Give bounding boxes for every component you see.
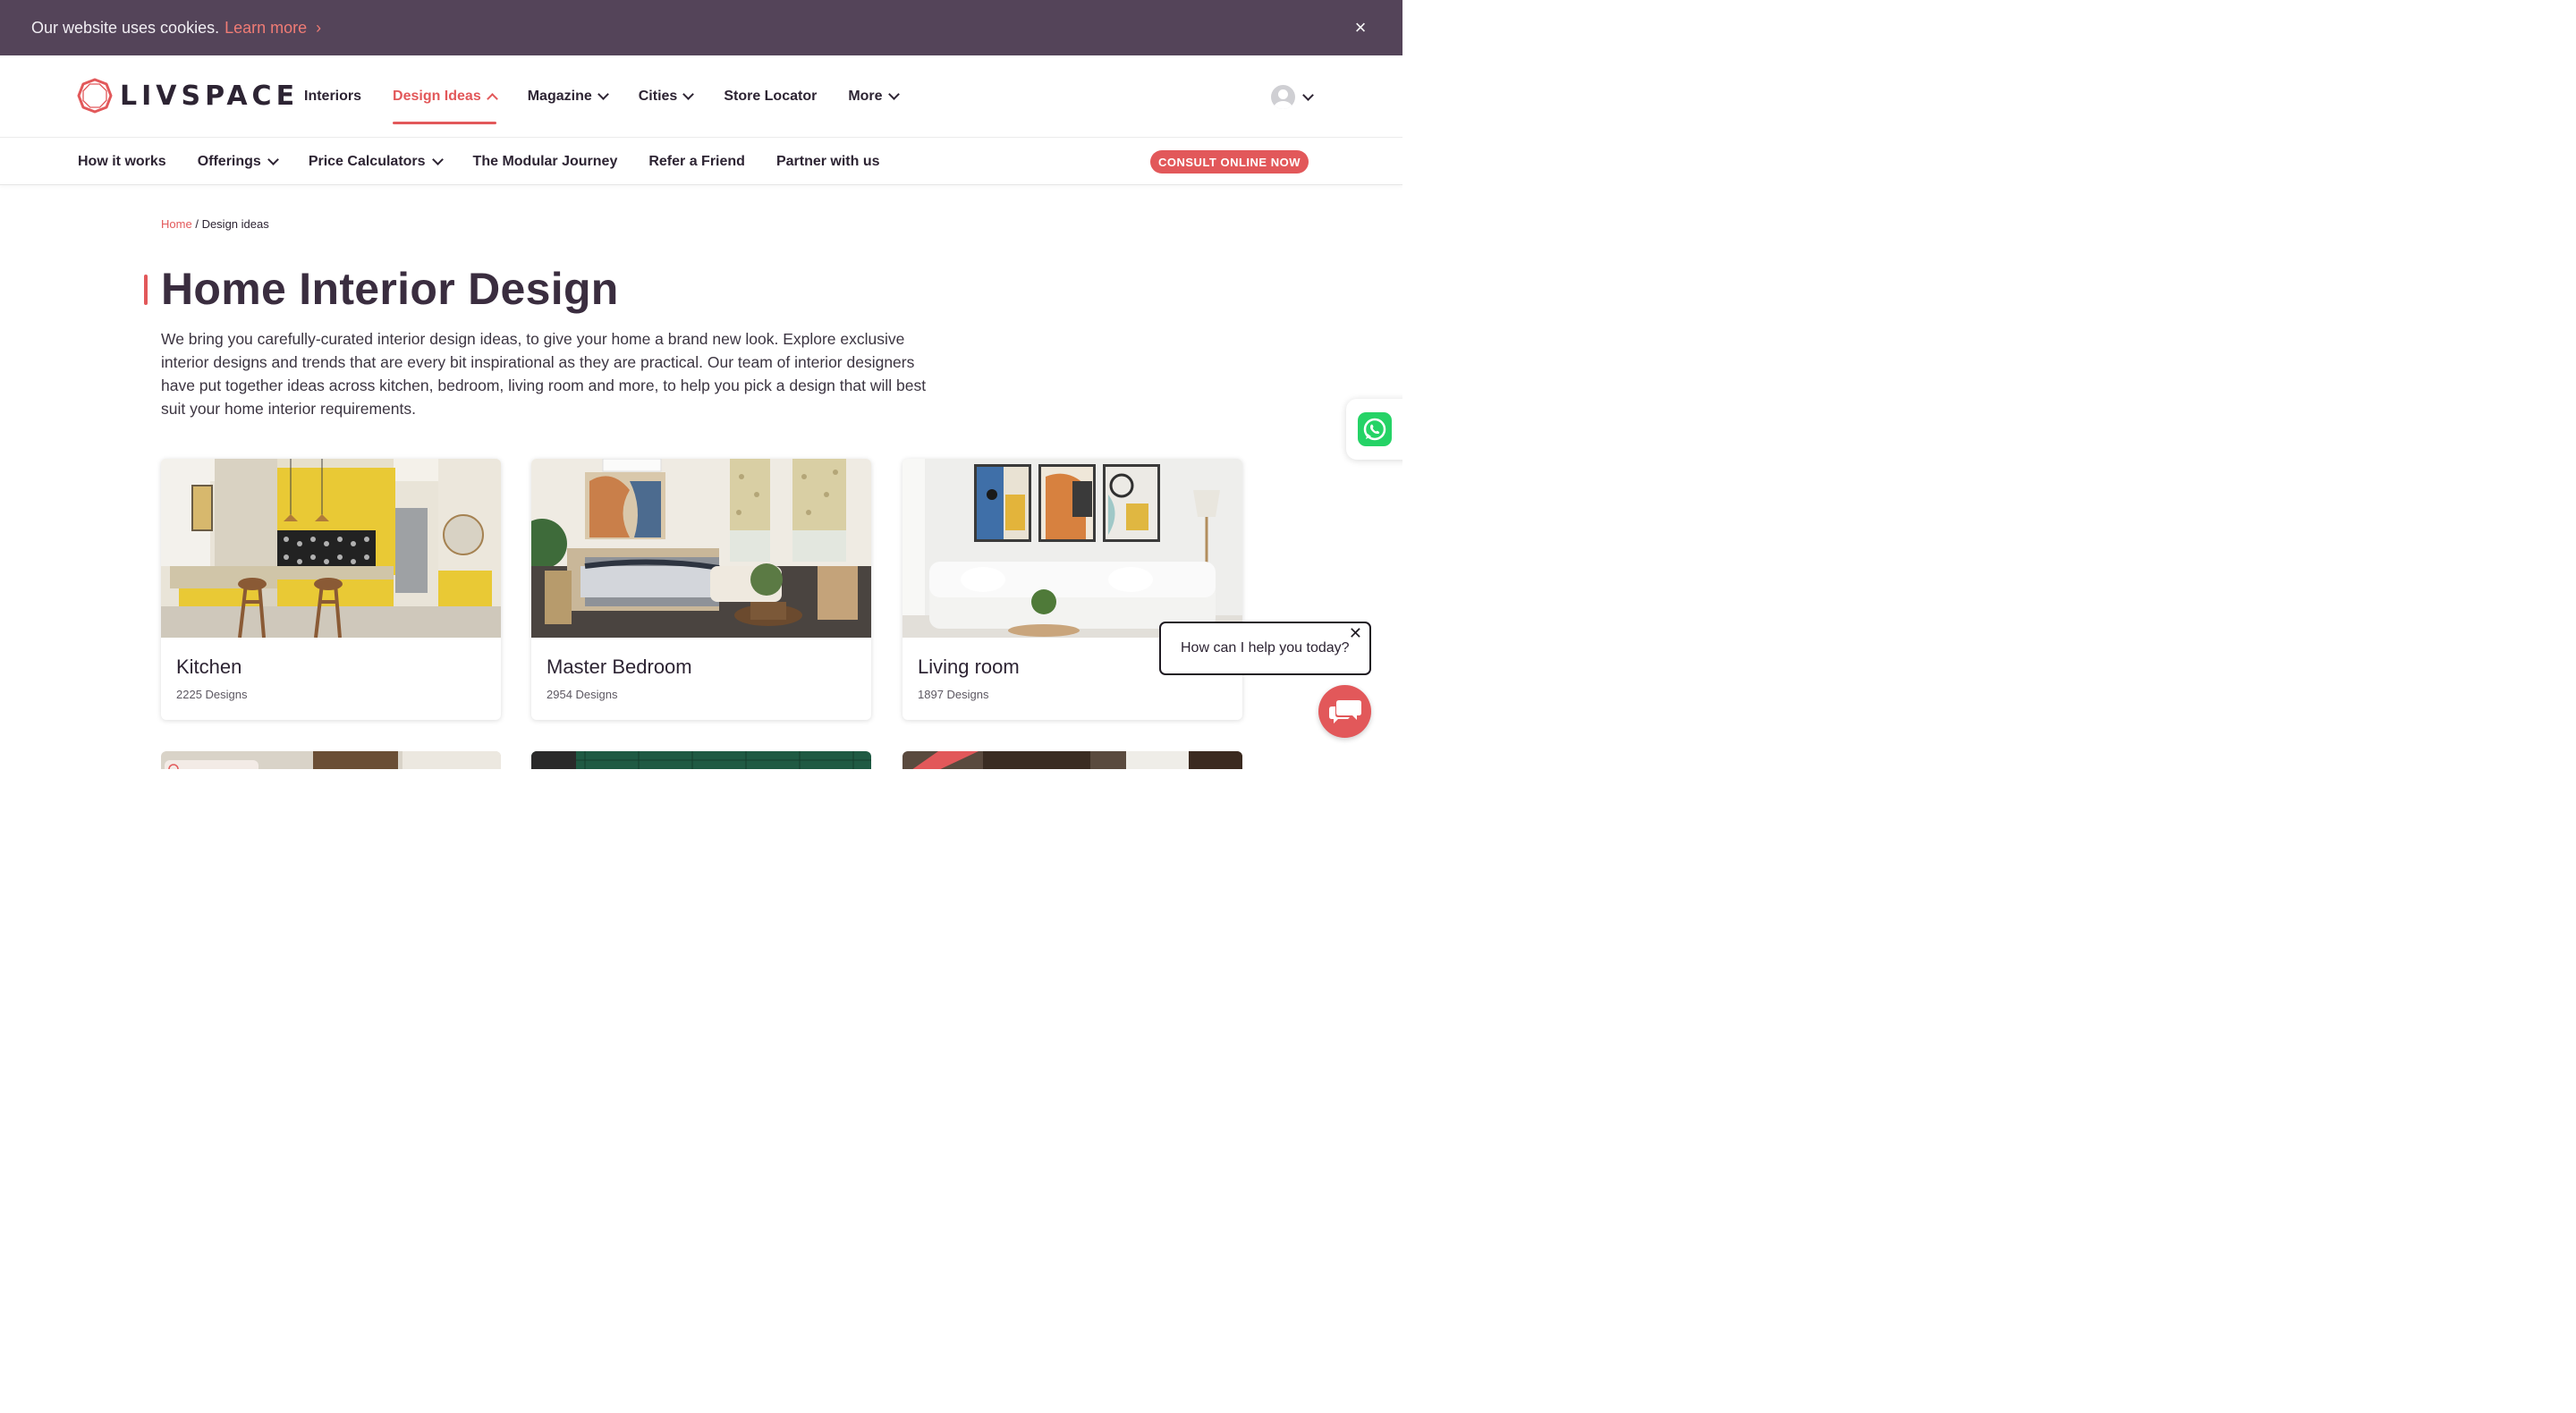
subnav-item-partner-with-us[interactable]: Partner with us [776, 154, 880, 170]
avatar-icon [1271, 85, 1295, 109]
logo-text: LIVSPACE [120, 80, 300, 112]
consult-online-button[interactable]: CONSULT ONLINE NOW [1150, 150, 1309, 173]
subnav-item-modular-journey[interactable]: The Modular Journey [473, 154, 618, 170]
page: Our website uses cookies. Learn more › ×… [0, 0, 1402, 769]
livspace-logo[interactable]: LIVSPACE [77, 78, 299, 114]
subnav-label: Price Calculators [308, 154, 426, 169]
subnav-item-offerings[interactable]: Offerings [197, 154, 279, 170]
card-title: Living room [918, 656, 1020, 678]
learn-more-label: Learn more [225, 18, 308, 37]
cookie-banner: Our website uses cookies. Learn more › × [0, 0, 1402, 55]
nav-item-more[interactable]: More [848, 55, 900, 138]
cookie-text: Our website uses cookies. [31, 18, 220, 37]
intro-paragraph: We bring you carefully-curated interior … [161, 330, 927, 418]
category-card-partial[interactable] [161, 751, 501, 769]
category-card-living-room[interactable]: Living room 1897 Designs [902, 459, 1242, 720]
subnav-item-price-calculators[interactable]: Price Calculators [308, 154, 444, 170]
chevron-down-icon [431, 154, 444, 165]
chevron-down-icon [597, 89, 609, 100]
card-image-partial [902, 751, 1242, 769]
category-card-master-bedroom[interactable]: Master Bedroom 2954 Designs [531, 459, 871, 720]
chevron-right-icon: › [316, 18, 322, 37]
subnav-label: Refer a Friend [648, 154, 745, 169]
card-count: 2225 Designs [176, 688, 248, 701]
breadcrumb-separator: / [195, 217, 199, 231]
nav-item-design-ideas[interactable]: Design Ideas [393, 55, 498, 138]
kitchen-image [161, 459, 501, 638]
chat-launcher-button[interactable] [1318, 685, 1371, 738]
living-room-image [902, 459, 1242, 638]
nav-label: More [848, 89, 883, 104]
chat-icon [1328, 699, 1361, 723]
nav-item-store-locator[interactable]: Store Locator [724, 55, 817, 138]
nav-label: Cities [638, 89, 678, 104]
chat-prompt-bubble: How can I help you today? ✕ [1159, 622, 1371, 675]
card-title: Master Bedroom [547, 656, 692, 678]
category-card-partial[interactable] [902, 751, 1242, 769]
card-count: 2954 Designs [547, 688, 618, 701]
subnav-label: How it works [78, 154, 166, 169]
close-icon[interactable]: ✕ [1349, 624, 1362, 643]
logo-mark-icon [77, 78, 113, 114]
user-menu[interactable] [1271, 85, 1314, 109]
card-count: 1897 Designs [918, 688, 989, 701]
nav-label: Interiors [304, 89, 362, 104]
whatsapp-icon [1358, 412, 1392, 446]
nav-label: Magazine [527, 89, 592, 104]
chevron-down-icon [887, 89, 900, 100]
breadcrumb: Home / Design ideas [161, 217, 269, 231]
card-title: Kitchen [176, 656, 242, 678]
chat-prompt-text: How can I help you today? [1181, 640, 1350, 656]
chevron-down-icon [682, 89, 695, 100]
chevron-down-icon [1302, 89, 1314, 101]
subnav-label: The Modular Journey [472, 154, 618, 169]
title-accent-bar [144, 275, 148, 305]
chevron-up-icon [486, 93, 498, 105]
cookie-learn-more-link[interactable]: Learn more › [225, 19, 321, 38]
nav-label: Store Locator [724, 89, 818, 104]
subnav-label: Offerings [197, 154, 261, 169]
nav-label: Design Ideas [393, 89, 481, 104]
subnav-item-refer-a-friend[interactable]: Refer a Friend [648, 154, 745, 170]
close-icon[interactable]: × [1349, 16, 1372, 39]
subnav-item-how-it-works[interactable]: How it works [78, 154, 166, 170]
page-title: Home Interior Design [161, 264, 619, 314]
category-card-partial[interactable] [531, 751, 871, 769]
main-header: LIVSPACE Interiors Design Ideas Magazine… [0, 55, 1402, 138]
chevron-down-icon [267, 154, 279, 165]
card-image-partial [531, 751, 871, 769]
nav-item-interiors[interactable]: Interiors [304, 55, 361, 138]
card-image-partial [161, 751, 501, 769]
whatsapp-button[interactable] [1346, 399, 1402, 460]
sub-header: How it works Offerings Price Calculators… [0, 139, 1402, 185]
nav-item-cities[interactable]: Cities [638, 55, 695, 138]
breadcrumb-current: Design ideas [201, 217, 269, 231]
breadcrumb-home-link[interactable]: Home [161, 217, 192, 231]
category-card-kitchen[interactable]: Kitchen 2225 Designs [161, 459, 501, 720]
main-nav: Interiors Design Ideas Magazine Cities S… [304, 55, 929, 138]
master-bedroom-image [531, 459, 871, 638]
nav-item-magazine[interactable]: Magazine [527, 55, 609, 138]
sub-nav: How it works Offerings Price Calculators… [78, 139, 911, 185]
subnav-label: Partner with us [775, 154, 880, 169]
